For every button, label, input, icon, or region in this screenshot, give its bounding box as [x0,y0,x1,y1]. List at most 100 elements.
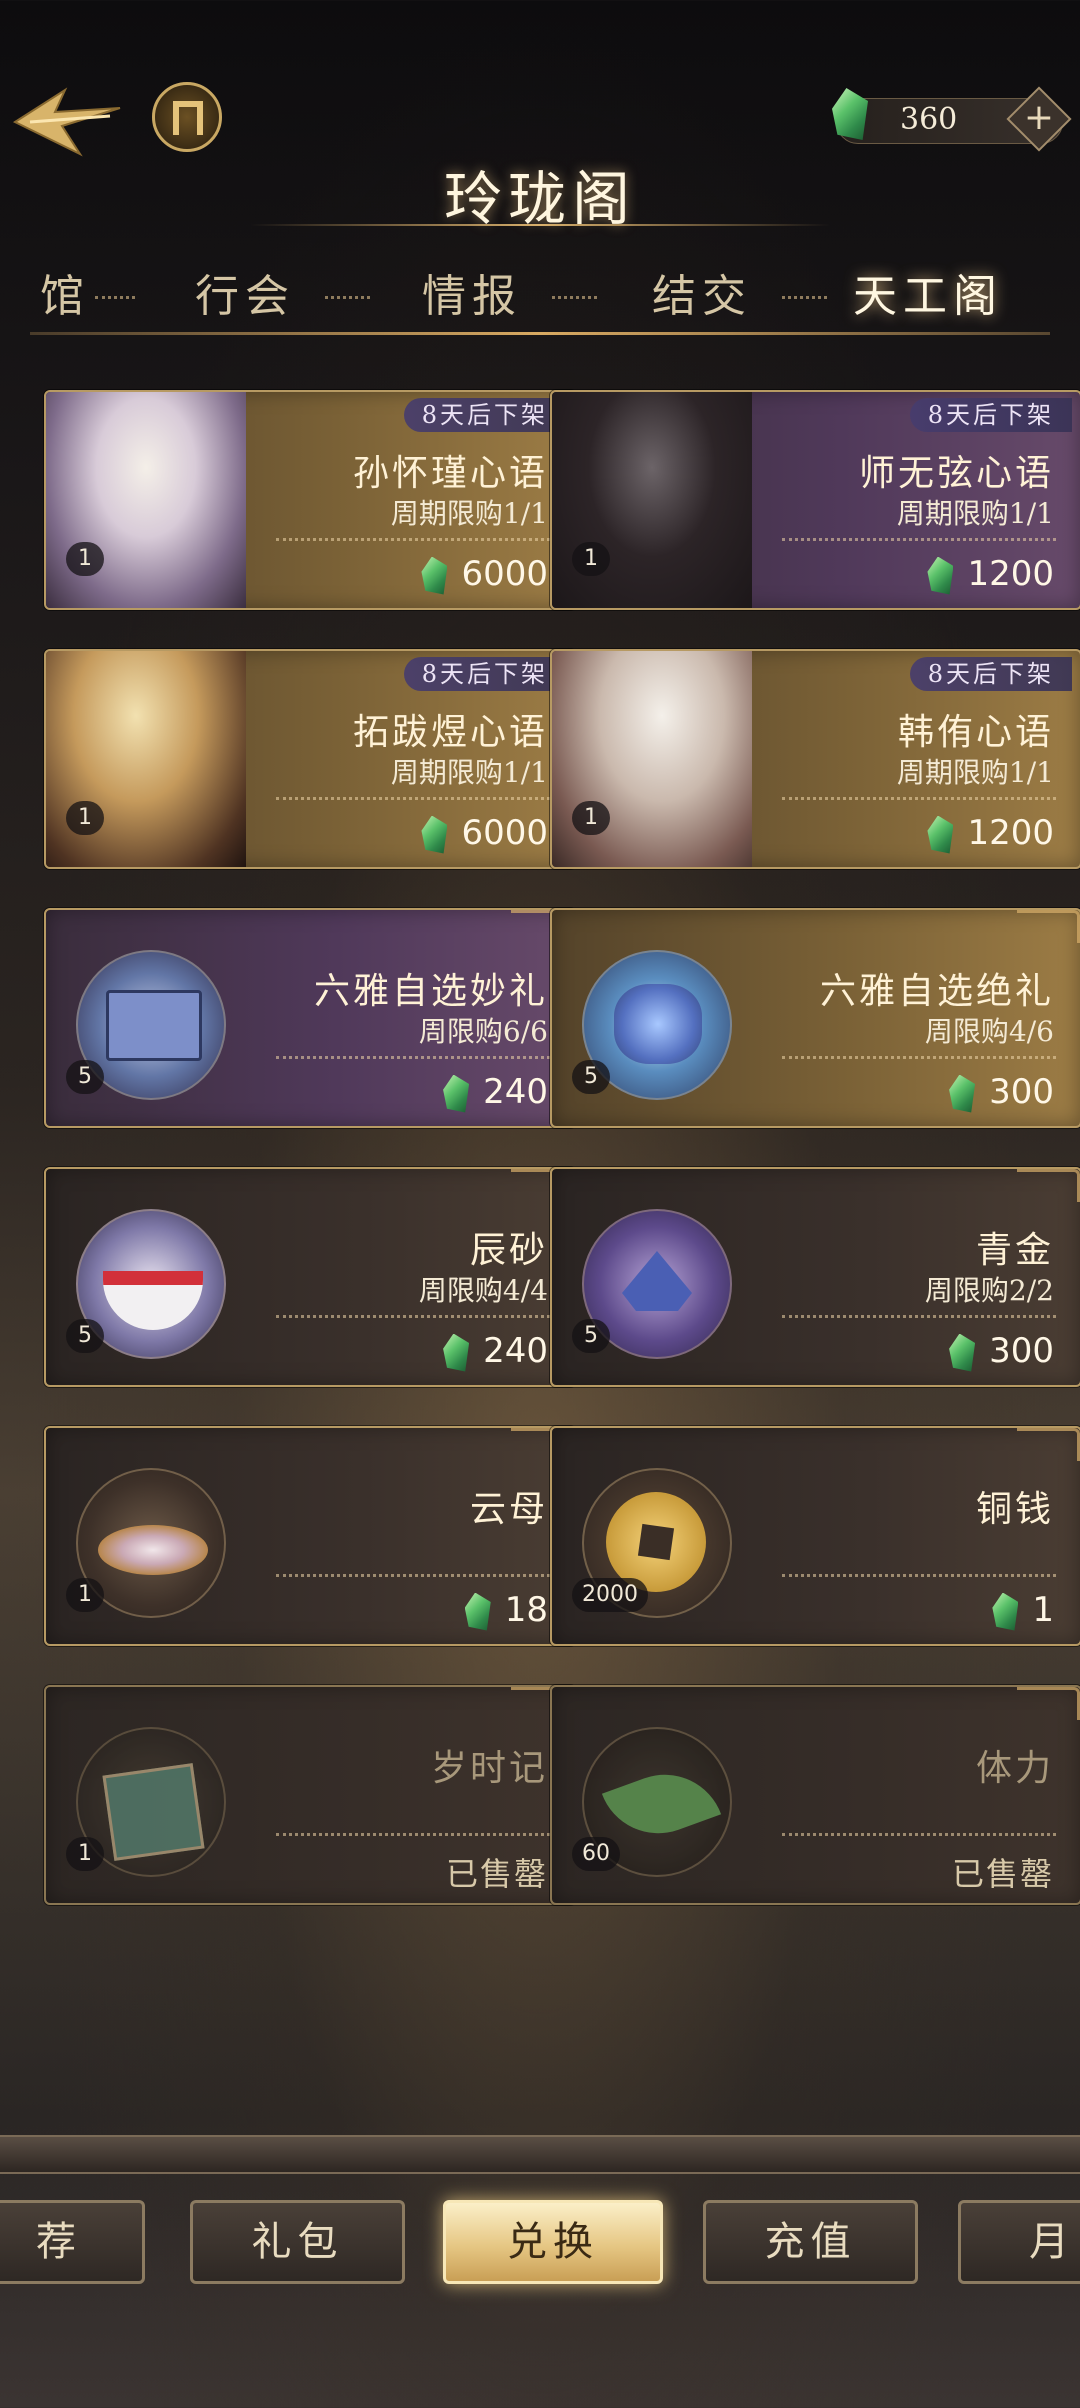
jade-gem-icon [927,556,954,595]
nav-gift-pack[interactable]: 礼包 [190,2200,405,2284]
item-quantity: 1 [66,1837,104,1871]
item-price: 240 [443,1331,548,1372]
card-divider [782,1056,1056,1059]
item-name: 云母 [469,1489,548,1530]
purchase-limit: 周期限购1/1 [896,756,1054,789]
item-quantity: 1 [66,801,104,835]
bottom-divider-band [0,2135,1080,2174]
character-portrait [46,651,246,867]
category-tabs: 馆 行会 情报 结交 天工阁 [0,262,1080,332]
jade-gem-icon [421,815,448,854]
purchase-limit: 周期限购1/1 [896,497,1054,530]
nav-monthly[interactable]: 月 [958,2200,1080,2284]
item-quantity: 1 [66,542,104,576]
sold-out-label: 已售罄 [445,1855,548,1893]
tab-separator [95,296,135,299]
shop-card[interactable]: 8天后下架 1 拓跋煜心语 周期限购1/1 6000 [44,649,576,869]
card-divider [276,1833,550,1836]
shop-card[interactable]: 5 辰砂 周限购4/4 240 [44,1167,576,1387]
shop-card[interactable]: 2000 铜钱 1 [550,1426,1080,1646]
card-divider [276,1315,550,1318]
item-price: 6000 [421,813,548,854]
item-price: 1 [992,1590,1054,1631]
pavilion-icon[interactable] [152,82,222,152]
item-name: 六雅自选绝礼 [819,971,1054,1012]
item-price: 300 [949,1331,1054,1372]
jade-gem-icon [443,1333,470,1372]
purchase-limit: 周限购4/6 [924,1015,1054,1048]
purchase-limit: 周限购4/4 [418,1274,548,1307]
item-price: 1200 [927,813,1054,854]
shop-card-sold-out: 60 体力 已售罄 [550,1685,1080,1905]
card-divider [276,1574,550,1577]
expiry-badge: 8天后下架 [403,398,566,432]
tab-underline [30,332,1050,335]
corner-ornament [1017,1428,1080,1461]
back-arrow-icon [12,87,121,157]
item-quantity: 60 [572,1837,620,1871]
tab-intel[interactable]: 情报 [422,262,522,332]
purchase-limit: 周限购2/2 [924,1274,1054,1307]
expiry-badge: 8天后下架 [403,657,566,691]
item-price: 6000 [421,554,548,595]
corner-ornament [1017,910,1080,943]
item-quantity: 1 [572,801,610,835]
nav-exchange[interactable]: 兑换 [443,2200,663,2284]
shop-card-sold-out: 1 岁时记 已售罄 [44,1685,576,1905]
tab-tiangongge[interactable]: 天工阁 [853,262,1003,332]
item-name: 师无弦心语 [858,453,1054,494]
shop-card[interactable]: 8天后下架 1 孙怀瑾心语 周期限购1/1 6000 [44,390,576,610]
card-divider [276,797,550,800]
item-quantity: 5 [66,1060,104,1094]
bottom-nav: 荐 礼包 兑换 充值 月 [0,2200,1080,2290]
shop-card[interactable]: 5 青金 周限购2/2 300 [550,1167,1080,1387]
item-price: 18 [464,1590,548,1631]
item-price: 1200 [927,554,1054,595]
item-name: 韩侑心语 [897,712,1054,753]
back-button[interactable] [10,82,125,162]
card-divider [782,1574,1056,1577]
character-portrait [552,392,752,608]
character-portrait [552,651,752,867]
card-divider [276,1056,550,1059]
jade-gem-icon [949,1333,976,1372]
item-quantity: 5 [66,1319,104,1353]
jade-gem-icon [421,556,448,595]
tab-separator [325,296,370,299]
card-divider [782,1833,1056,1836]
item-quantity: 5 [572,1060,610,1094]
tab-guild[interactable]: 行会 [195,262,295,332]
card-divider [276,538,550,541]
jade-gem-icon [443,1074,470,1113]
item-name: 六雅自选妙礼 [313,971,548,1012]
nav-recharge[interactable]: 充值 [703,2200,918,2284]
jade-gem-icon [949,1074,976,1113]
expiry-badge: 8天后下架 [909,657,1072,691]
purchase-limit: 周限购6/6 [418,1015,548,1048]
title-divider [250,224,830,226]
item-name: 铜钱 [975,1489,1054,1530]
tab-guan[interactable]: 馆 [40,262,90,332]
shop-card[interactable]: 8天后下架 1 韩侑心语 周期限购1/1 1200 [550,649,1080,869]
item-name: 岁时记 [430,1748,548,1789]
shop-card[interactable]: 1 云母 18 [44,1426,576,1646]
purchase-limit: 周期限购1/1 [390,756,548,789]
item-quantity: 5 [572,1319,610,1353]
nav-recommend[interactable]: 荐 [0,2200,145,2284]
shop-card[interactable]: 5 六雅自选绝礼 周限购4/6 300 [550,908,1080,1128]
shop-card[interactable]: 5 六雅自选妙礼 周限购6/6 240 [44,908,576,1128]
tab-separator [552,296,597,299]
currency-value: 360 [900,102,958,137]
item-quantity: 2000 [572,1578,648,1612]
item-name: 青金 [975,1230,1054,1271]
item-name: 体力 [975,1748,1054,1789]
item-quantity: 1 [572,542,610,576]
item-name: 孙怀瑾心语 [352,453,548,494]
shop-card[interactable]: 8天后下架 1 师无弦心语 周期限购1/1 1200 [550,390,1080,610]
jade-gem-icon [992,1592,1019,1631]
tab-friendship[interactable]: 结交 [652,262,752,332]
corner-ornament [1017,1169,1080,1202]
expiry-badge: 8天后下架 [909,398,1072,432]
purchase-limit: 周期限购1/1 [390,497,548,530]
plus-icon: + [1023,97,1055,138]
